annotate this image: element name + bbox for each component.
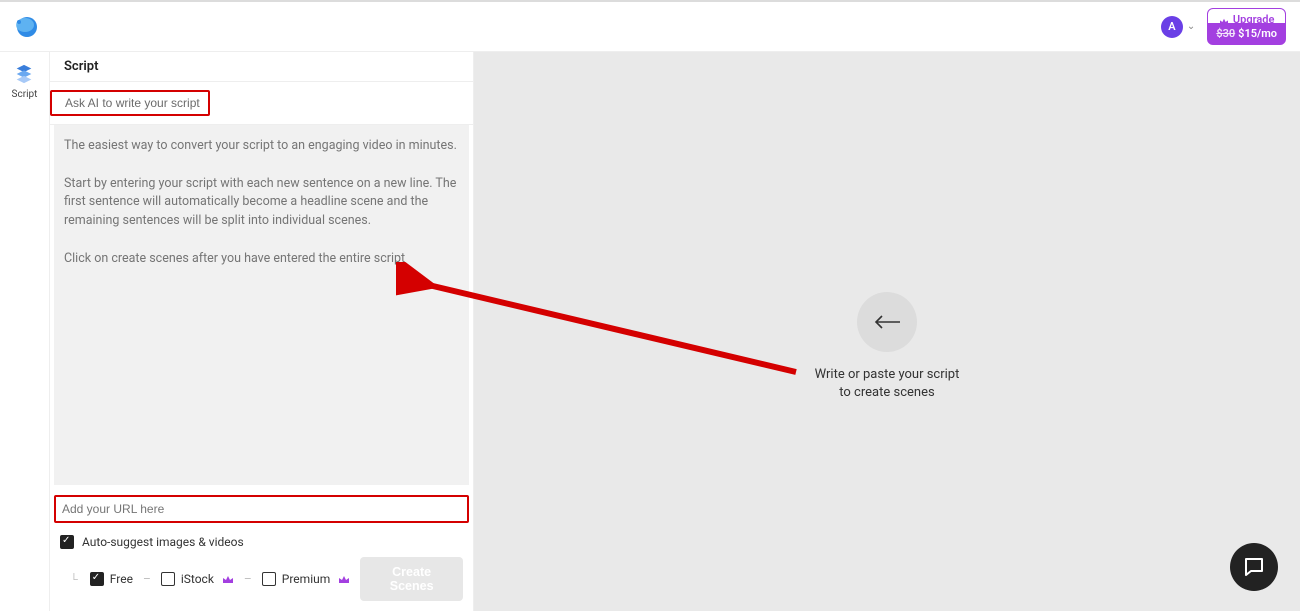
panel-title: Script: [50, 52, 473, 82]
account-menu[interactable]: A ⌄: [1161, 16, 1195, 38]
empty-arrow-circle: [857, 292, 917, 352]
url-row: [50, 495, 473, 529]
empty-line2: to create scenes: [839, 385, 934, 400]
avatar: A: [1161, 16, 1183, 38]
top-bar: A ⌄ Upgrade $30$15/mo: [0, 0, 1300, 52]
topbar-left: [14, 15, 38, 39]
source-free-checkbox[interactable]: [90, 572, 104, 586]
sidebar-item-script[interactable]: Script: [12, 63, 38, 100]
source-label: Premium: [282, 572, 330, 586]
empty-text: Write or paste your script to create sce…: [815, 366, 960, 402]
crown-icon: [1219, 16, 1229, 24]
source-label: iStock: [181, 572, 214, 586]
price-original: $30: [1216, 27, 1235, 40]
arrow-left-icon: [872, 313, 902, 331]
options-row: Auto-suggest images & videos └ Free – iS…: [50, 529, 473, 611]
separator: –: [143, 572, 151, 586]
source-premium[interactable]: Premium: [262, 572, 350, 586]
empty-state: Write or paste your script to create sce…: [815, 292, 960, 402]
auto-suggest-label: Auto-suggest images & videos: [82, 535, 244, 549]
script-panel: Script Ask AI to write your script Auto-…: [50, 52, 474, 611]
sidebar-item-label: Script: [12, 89, 38, 100]
upgrade-label: Upgrade: [1233, 13, 1274, 26]
tree-elbow-icon: └: [70, 573, 78, 586]
source-premium-checkbox[interactable]: [262, 572, 276, 586]
create-scenes-button[interactable]: Create Scenes: [360, 557, 463, 601]
topbar-right: A ⌄ Upgrade $30$15/mo: [1161, 8, 1286, 45]
source-label: Free: [110, 572, 133, 586]
script-icon: [13, 63, 35, 85]
ask-ai-button[interactable]: Ask AI to write your script: [57, 92, 208, 114]
ask-ai-row: Ask AI to write your script: [50, 82, 473, 125]
source-istock-checkbox[interactable]: [161, 572, 175, 586]
price-current: $15/mo: [1238, 27, 1277, 40]
auto-suggest-checkbox[interactable]: [60, 535, 74, 549]
chevron-down-icon: ⌄: [1187, 21, 1195, 32]
url-input[interactable]: [56, 497, 467, 521]
source-istock[interactable]: iStock: [161, 572, 234, 586]
mini-sidebar: Script: [0, 52, 50, 611]
crown-icon: [222, 574, 234, 584]
empty-line1: Write or paste your script: [815, 367, 960, 382]
script-textarea[interactable]: [54, 125, 469, 485]
logo-icon[interactable]: [14, 15, 38, 39]
chat-icon: [1242, 555, 1266, 579]
separator: –: [244, 572, 252, 586]
chat-fab[interactable]: [1230, 543, 1278, 591]
crown-icon: [338, 574, 350, 584]
main-area: Script Script Ask AI to write your scrip…: [0, 52, 1300, 611]
source-free[interactable]: Free: [90, 572, 133, 586]
canvas-area: Write or paste your script to create sce…: [474, 52, 1300, 611]
auto-suggest-toggle[interactable]: Auto-suggest images & videos: [60, 535, 463, 549]
upgrade-button[interactable]: Upgrade $30$15/mo: [1207, 8, 1286, 45]
